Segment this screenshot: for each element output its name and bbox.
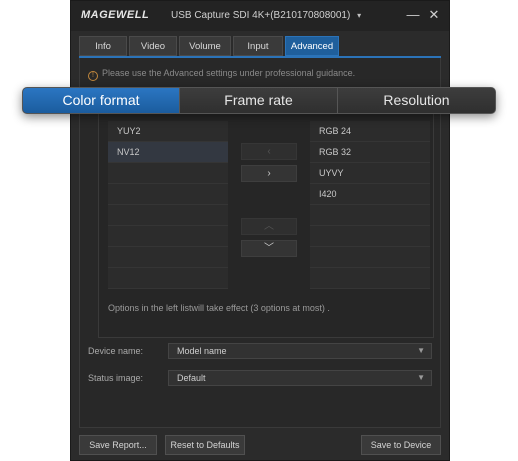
settings-segmented-control: Color format Frame rate Resolution bbox=[22, 87, 496, 114]
enabled-format-list[interactable]: YUY2 NV12 bbox=[108, 121, 228, 291]
list-item[interactable]: RGB 32 bbox=[310, 142, 430, 163]
chevron-down-icon[interactable]: ▼ bbox=[417, 371, 425, 385]
info-text: Options in the left listwill take effect… bbox=[108, 303, 330, 313]
window-title: USB Capture SDI 4K+(B210170808001) bbox=[171, 10, 351, 21]
app-window: MAGEWELL USB Capture SDI 4K+(B2101708080… bbox=[70, 0, 450, 461]
status-image-select[interactable]: Default ▼ bbox=[168, 370, 432, 386]
move-right-button[interactable]: › bbox=[241, 165, 297, 182]
device-name-value: Model name bbox=[177, 346, 227, 356]
list-item[interactable] bbox=[310, 247, 430, 268]
list-item[interactable] bbox=[310, 205, 430, 226]
segment-frame-rate[interactable]: Frame rate bbox=[180, 88, 338, 113]
minimize-button[interactable]: — bbox=[405, 7, 421, 23]
reset-defaults-button[interactable]: Reset to Defaults bbox=[165, 435, 245, 455]
list-item[interactable] bbox=[310, 268, 430, 289]
device-name-select[interactable]: Model name ▼ bbox=[168, 343, 432, 359]
move-left-button[interactable]: ‹ bbox=[241, 143, 297, 160]
segment-color-format[interactable]: Color format bbox=[23, 88, 180, 113]
list-item[interactable]: YUY2 bbox=[108, 121, 228, 142]
list-item[interactable] bbox=[108, 184, 228, 205]
device-name-label: Device name: bbox=[88, 346, 144, 356]
device-selector[interactable]: USB Capture SDI 4K+(B210170808001) ▾ bbox=[171, 10, 361, 21]
notice-text: Please use the Advanced settings under p… bbox=[102, 68, 356, 78]
list-item[interactable]: NV12 bbox=[108, 142, 228, 163]
status-image-label: Status image: bbox=[88, 373, 144, 383]
tab-input[interactable]: Input bbox=[233, 36, 283, 56]
save-to-device-button[interactable]: Save to Device bbox=[361, 435, 441, 455]
list-item[interactable]: RGB 24 bbox=[310, 121, 430, 142]
save-report-button[interactable]: Save Report... bbox=[79, 435, 157, 455]
title-bar: MAGEWELL USB Capture SDI 4K+(B2101708080… bbox=[71, 1, 449, 31]
status-image-value: Default bbox=[177, 373, 206, 383]
list-item[interactable]: UYVY bbox=[310, 163, 430, 184]
list-item[interactable] bbox=[108, 205, 228, 226]
move-up-button[interactable]: ︿ bbox=[241, 218, 297, 235]
available-format-list[interactable]: RGB 24 RGB 32 UYVY I420 bbox=[310, 121, 430, 291]
tab-advanced[interactable]: Advanced bbox=[285, 36, 339, 56]
tab-info[interactable]: Info bbox=[79, 36, 127, 56]
chevron-down-icon[interactable]: ▼ bbox=[417, 344, 425, 358]
chevron-down-icon[interactable]: ▾ bbox=[357, 11, 361, 20]
color-format-box: YUY2 NV12 ‹ › ︿ ﹀ RGB 24 RGB 32 UYVY I42… bbox=[98, 112, 434, 338]
list-item[interactable] bbox=[108, 163, 228, 184]
list-item[interactable] bbox=[108, 247, 228, 268]
warning-icon: ! bbox=[88, 71, 98, 81]
notice: ! Please use the Advanced settings under … bbox=[88, 68, 355, 81]
close-button[interactable]: ✕ bbox=[426, 7, 442, 23]
tab-video[interactable]: Video bbox=[129, 36, 177, 56]
list-item[interactable] bbox=[310, 226, 430, 247]
list-item[interactable] bbox=[108, 268, 228, 289]
segment-resolution[interactable]: Resolution bbox=[338, 88, 495, 113]
list-item[interactable] bbox=[108, 226, 228, 247]
magewell-logo: MAGEWELL bbox=[81, 9, 150, 21]
tab-volume[interactable]: Volume bbox=[179, 36, 231, 56]
list-item[interactable]: I420 bbox=[310, 184, 430, 205]
move-down-button[interactable]: ﹀ bbox=[241, 240, 297, 257]
